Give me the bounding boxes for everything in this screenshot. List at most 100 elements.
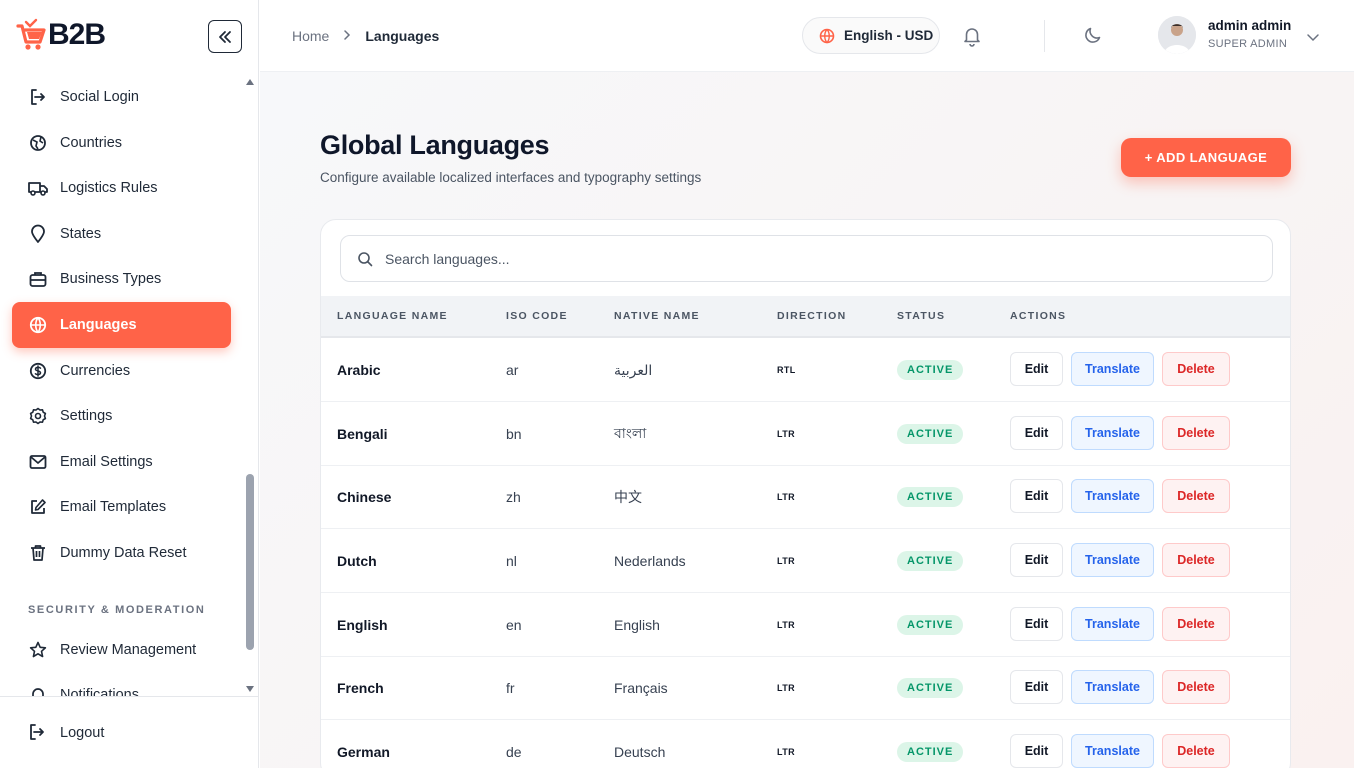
sidebar-item-email-templates[interactable]: Email Templates xyxy=(12,484,231,530)
edit-button[interactable]: Edit xyxy=(1010,352,1063,386)
dark-mode-moon-icon[interactable] xyxy=(1083,25,1103,45)
language-name: German xyxy=(337,744,390,760)
sidebar-scrollbar-thumb[interactable] xyxy=(246,474,254,650)
translate-button[interactable]: Translate xyxy=(1071,734,1154,768)
status-cell: ACTIVE xyxy=(897,402,964,466)
sidebar-item-states[interactable]: States xyxy=(12,211,231,257)
sidebar-item-label: States xyxy=(60,226,102,242)
delete-button[interactable]: Delete xyxy=(1162,670,1230,704)
brand-logo[interactable]: B2B xyxy=(16,18,106,52)
edit-button[interactable]: Edit xyxy=(1010,670,1063,704)
column-header-direction[interactable]: DIRECTION xyxy=(777,310,846,322)
main-content: Global Languages Configure available loc… xyxy=(260,72,1354,768)
locale-selector[interactable]: English - USD xyxy=(802,17,940,54)
column-header-status[interactable]: STATUS xyxy=(897,310,945,322)
trash-icon xyxy=(28,543,48,563)
delete-button[interactable]: Delete xyxy=(1162,416,1230,450)
sidebar-item-currencies[interactable]: Currencies xyxy=(12,348,231,394)
column-header-iso-code[interactable]: ISO CODE xyxy=(506,310,568,322)
table-row: Chinese zh 中文 LTR ACTIVE Edit Translate … xyxy=(321,465,1290,529)
column-header-native-name[interactable]: NATIVE NAME xyxy=(614,310,700,322)
translate-button[interactable]: Translate xyxy=(1071,416,1154,450)
iso-code: de xyxy=(506,744,522,760)
sidebar-item-dummy-data-reset[interactable]: Dummy Data Reset xyxy=(12,530,231,576)
user-role: SUPER ADMIN xyxy=(1208,38,1288,50)
sidebar-nav: Social Login Countries Logistics Rules S… xyxy=(0,74,246,696)
chevron-right-icon xyxy=(343,29,351,43)
translate-button[interactable]: Translate xyxy=(1071,607,1154,641)
delete-button[interactable]: Delete xyxy=(1162,734,1230,768)
edit-button[interactable]: Edit xyxy=(1010,607,1063,641)
search-box[interactable] xyxy=(340,235,1273,282)
column-header-language-name[interactable]: LANGUAGE NAME xyxy=(337,310,448,322)
notifications-bell-icon[interactable] xyxy=(962,25,982,47)
status-cell: ACTIVE xyxy=(897,465,964,529)
edit-button[interactable]: Edit xyxy=(1010,416,1063,450)
search-input[interactable] xyxy=(385,250,1265,267)
globe-icon xyxy=(28,315,48,335)
scroll-down-arrow[interactable] xyxy=(246,686,254,692)
status-cell: ACTIVE xyxy=(897,338,964,402)
map-pin-icon xyxy=(28,224,48,244)
translate-button[interactable]: Translate xyxy=(1071,543,1154,577)
chevrons-left-icon xyxy=(219,30,231,43)
sidebar-item-logistics-rules[interactable]: Logistics Rules xyxy=(12,165,231,211)
translate-button[interactable]: Translate xyxy=(1071,479,1154,513)
breadcrumb: Home Languages xyxy=(292,28,439,44)
user-name[interactable]: admin admin xyxy=(1208,18,1291,33)
direction: RTL xyxy=(777,365,796,375)
sidebar-item-languages[interactable]: Languages xyxy=(12,302,231,348)
translate-button[interactable]: Translate xyxy=(1071,670,1154,704)
sidebar-item-settings[interactable]: Settings xyxy=(12,393,231,439)
sidebar-item-social-login[interactable]: Social Login xyxy=(12,74,231,120)
truck-icon xyxy=(28,178,48,198)
sidebar-item-label: Email Settings xyxy=(60,454,153,470)
sidebar-item-review-management[interactable]: Review Management xyxy=(12,627,231,673)
logout-button[interactable]: Logout xyxy=(12,710,231,756)
language-name: French xyxy=(337,680,384,696)
top-header: Home Languages English - USD admin admin… xyxy=(260,0,1354,72)
collapse-sidebar-button[interactable] xyxy=(208,20,242,53)
iso-code: nl xyxy=(506,553,517,569)
page-title: Global Languages xyxy=(320,130,550,160)
status-cell: ACTIVE xyxy=(897,593,964,657)
delete-button[interactable]: Delete xyxy=(1162,479,1230,513)
add-language-button[interactable]: + ADD LANGUAGE xyxy=(1121,138,1291,177)
iso-code: en xyxy=(506,617,522,633)
edit-button[interactable]: Edit xyxy=(1010,543,1063,577)
table-row: French fr Français LTR ACTIVE Edit Trans… xyxy=(321,656,1290,720)
languages-table-card: LANGUAGE NAME ISO CODE NATIVE NAME DIREC… xyxy=(320,219,1291,768)
sidebar-item-countries[interactable]: Countries xyxy=(12,120,231,166)
sidebar-divider xyxy=(0,696,259,697)
sidebar-item-label: Social Login xyxy=(60,89,139,105)
chevron-down-icon[interactable] xyxy=(1306,29,1320,42)
table-row: Arabic ar العربية RTL ACTIVE Edit Transl… xyxy=(321,338,1290,402)
scroll-up-arrow[interactable] xyxy=(246,79,254,85)
page-subtitle: Configure available localized interfaces… xyxy=(320,170,702,185)
table-row: English en English LTR ACTIVE Edit Trans… xyxy=(321,593,1290,657)
sidebar-item-label: Logistics Rules xyxy=(60,180,158,196)
edit-button[interactable]: Edit xyxy=(1010,479,1063,513)
sidebar-item-label: Email Templates xyxy=(60,499,167,515)
translate-button[interactable]: Translate xyxy=(1071,352,1154,386)
sidebar-item-notifications[interactable]: Notifications xyxy=(12,672,231,696)
native-name: العربية xyxy=(614,361,653,378)
status-cell: ACTIVE xyxy=(897,656,964,720)
iso-code: zh xyxy=(506,489,521,505)
edit-icon xyxy=(28,497,48,517)
column-header-actions: ACTIONS xyxy=(1010,310,1067,322)
globe-icon xyxy=(28,133,48,153)
delete-button[interactable]: Delete xyxy=(1162,352,1230,386)
avatar[interactable] xyxy=(1158,16,1196,54)
table-row: Bengali bn বাংলা LTR ACTIVE Edit Transla… xyxy=(321,402,1290,466)
native-name: English xyxy=(614,617,660,633)
edit-button[interactable]: Edit xyxy=(1010,734,1063,768)
sidebar-item-business-types[interactable]: Business Types xyxy=(12,256,231,302)
header-divider xyxy=(1044,20,1045,52)
table-header: LANGUAGE NAME ISO CODE NATIVE NAME DIREC… xyxy=(321,296,1290,338)
breadcrumb-home[interactable]: Home xyxy=(292,28,329,44)
sidebar-item-email-settings[interactable]: Email Settings xyxy=(12,439,231,485)
delete-button[interactable]: Delete xyxy=(1162,607,1230,641)
delete-button[interactable]: Delete xyxy=(1162,543,1230,577)
brand-name: B2B xyxy=(48,18,106,51)
